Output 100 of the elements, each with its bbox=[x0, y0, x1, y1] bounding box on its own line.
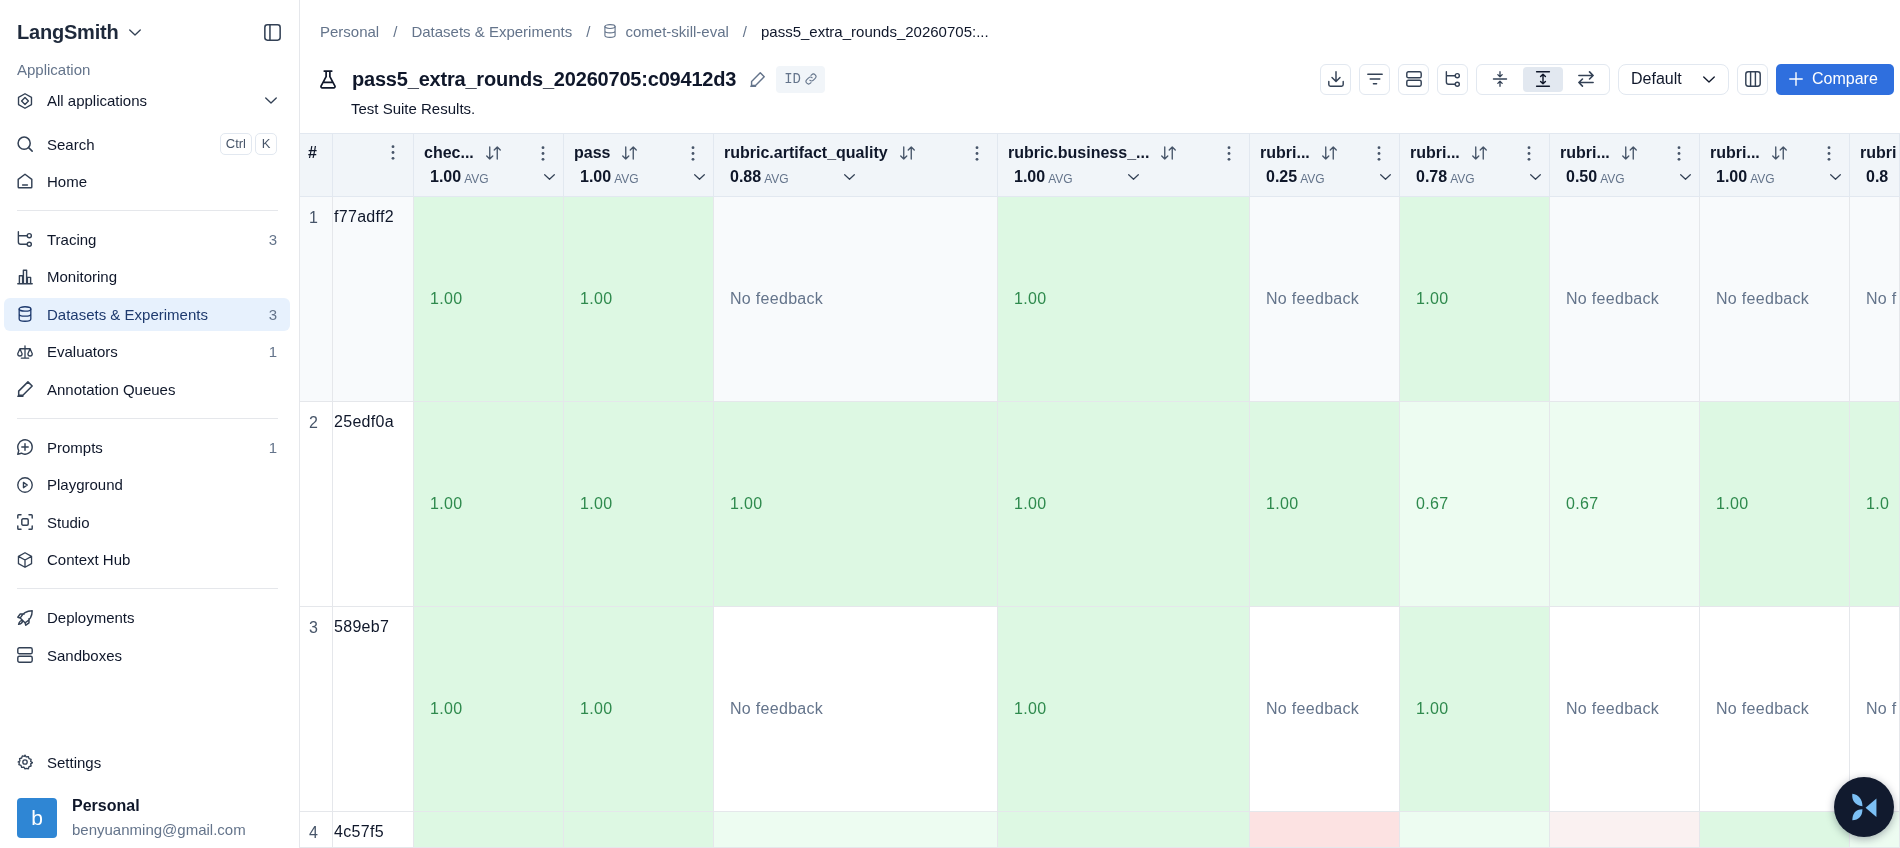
chevron-down-icon bbox=[128, 28, 141, 36]
nav-item[interactable]: Studio bbox=[4, 505, 290, 539]
account-name: Personal bbox=[72, 797, 141, 815]
nav-item[interactable]: Deployments bbox=[4, 601, 290, 634]
bar-chart-icon bbox=[17, 268, 33, 285]
application-selector[interactable]: All applications bbox=[4, 84, 290, 117]
columns-icon bbox=[1744, 71, 1761, 87]
filter-button[interactable] bbox=[1359, 63, 1390, 95]
sort-arrows-icon[interactable] bbox=[622, 146, 638, 160]
sort-arrows-icon[interactable] bbox=[1321, 146, 1337, 160]
table-cell: 1.00 bbox=[998, 402, 1250, 607]
column-title: pass bbox=[574, 144, 611, 162]
shortcut-key: K bbox=[255, 133, 277, 155]
nav-item[interactable]: Monitoring bbox=[4, 260, 290, 293]
branch-icon bbox=[17, 231, 33, 247]
settings-button[interactable]: Settings bbox=[4, 745, 290, 779]
average-value: 0.8 bbox=[1866, 168, 1889, 186]
swap-arrows-icon bbox=[1578, 71, 1594, 87]
pencil-icon bbox=[17, 381, 33, 397]
nav-item[interactable]: Sandboxes bbox=[4, 638, 290, 672]
sort-arrows-icon[interactable] bbox=[1771, 146, 1787, 160]
table-cell: 1.00 bbox=[564, 197, 714, 402]
product-menu-button[interactable]: LangSmith bbox=[17, 20, 141, 44]
aggregate-dropdown[interactable]: 0.25 AVG bbox=[1260, 166, 1391, 188]
more-vertical-icon[interactable] bbox=[1377, 145, 1381, 161]
table-cell: 1.00 bbox=[414, 197, 564, 402]
columns-button[interactable] bbox=[1737, 63, 1768, 95]
nav-item[interactable]: Prompts 1 bbox=[4, 430, 290, 464]
stacked-rectangles-icon bbox=[1405, 71, 1422, 87]
chevron-down-icon bbox=[1703, 75, 1715, 83]
nav-item[interactable]: Datasets & Experiments 3 bbox=[4, 297, 290, 331]
more-vertical-icon[interactable] bbox=[541, 145, 545, 161]
breadcrumb-link[interactable]: Datasets & Experiments bbox=[411, 22, 573, 40]
breadcrumb-separator: / bbox=[742, 22, 747, 40]
row-layout-button[interactable] bbox=[1398, 63, 1429, 95]
breadcrumb-current: pass5_extra_rounds_20260705:... bbox=[761, 22, 989, 40]
sort-arrows-icon[interactable] bbox=[485, 146, 501, 160]
sort-arrows-icon[interactable] bbox=[1161, 146, 1177, 160]
more-vertical-icon[interactable] bbox=[1527, 145, 1531, 161]
copy-id-button[interactable]: ID bbox=[776, 65, 825, 93]
rocket-icon bbox=[17, 609, 33, 626]
breadcrumb-separator: / bbox=[393, 22, 398, 40]
nav-item[interactable]: Tracing 3 bbox=[4, 222, 290, 256]
more-vertical-icon[interactable] bbox=[391, 145, 395, 160]
aggregate-dropdown[interactable]: 1.00 AVG bbox=[574, 166, 705, 188]
branch-view-button[interactable] bbox=[1437, 63, 1468, 95]
table-cell: 1.0 bbox=[1850, 402, 1900, 607]
compare-button[interactable]: Compare bbox=[1776, 63, 1894, 95]
column-title: rubri... bbox=[1560, 144, 1610, 162]
view-preset-dropdown[interactable]: Default bbox=[1618, 63, 1729, 95]
aggregate-dropdown[interactable]: 0.78 AVG bbox=[1410, 166, 1541, 188]
row-number: 4 bbox=[300, 812, 333, 848]
aggregate-dropdown[interactable]: 0.88 AVG bbox=[724, 166, 855, 188]
aggregate-dropdown[interactable]: 1.00 AVG bbox=[424, 166, 555, 188]
aggregate-dropdown[interactable]: 1.00 AVG bbox=[1710, 166, 1841, 188]
table-cell: 1.00 bbox=[414, 402, 564, 607]
nav-item[interactable]: Context Hub bbox=[4, 543, 290, 576]
nav-item[interactable]: Playground bbox=[4, 468, 290, 501]
more-vertical-icon[interactable] bbox=[691, 145, 695, 161]
chevron-down-icon bbox=[694, 174, 705, 180]
home-icon bbox=[17, 173, 33, 189]
table-cell: 1.00 bbox=[564, 402, 714, 607]
chevron-down-icon bbox=[1380, 174, 1391, 180]
chevron-down-icon bbox=[1128, 174, 1139, 180]
aggregate-dropdown[interactable]: 1.00 AVG bbox=[1008, 166, 1139, 188]
row-number-header: # bbox=[300, 133, 333, 197]
more-vertical-icon[interactable] bbox=[1227, 145, 1231, 161]
sort-arrows-icon[interactable] bbox=[1621, 146, 1637, 160]
download-button[interactable] bbox=[1320, 63, 1351, 95]
nav-item[interactable]: Home bbox=[4, 164, 290, 198]
more-vertical-icon[interactable] bbox=[1827, 145, 1831, 161]
search-button[interactable]: Search Ctrl K bbox=[4, 127, 290, 161]
aggregate-dropdown[interactable]: 0.50 AVG bbox=[1560, 166, 1691, 188]
sort-arrows-icon[interactable] bbox=[1471, 146, 1487, 160]
column-title: rubri... bbox=[1260, 144, 1310, 162]
scan-frame-icon bbox=[17, 514, 33, 530]
chevron-down-icon bbox=[265, 97, 277, 104]
table-cell: 1.00 bbox=[1700, 402, 1850, 607]
more-vertical-icon[interactable] bbox=[975, 145, 979, 161]
column-title: rubri... bbox=[1710, 144, 1760, 162]
cube-icon bbox=[17, 551, 33, 568]
breadcrumb-link[interactable]: comet-skill-eval bbox=[604, 22, 729, 40]
database-icon bbox=[17, 306, 33, 322]
sort-arrows-icon[interactable] bbox=[899, 146, 915, 160]
arrows-between-lines-icon bbox=[1535, 71, 1551, 87]
column-title: rubri bbox=[1860, 144, 1897, 162]
nav-item[interactable]: Annotation Queues bbox=[4, 372, 290, 406]
sidebar-panel-icon[interactable] bbox=[264, 23, 281, 41]
account-email: benyuanming@gmail.com bbox=[72, 821, 246, 839]
chevron-down-icon bbox=[844, 174, 855, 180]
nav-count: 1 bbox=[268, 343, 277, 360]
more-vertical-icon[interactable] bbox=[1677, 145, 1681, 161]
nav-item[interactable]: Evaluators 1 bbox=[4, 335, 290, 368]
database-icon bbox=[604, 24, 617, 38]
table-cell: 1.00 bbox=[1250, 402, 1400, 607]
column-title: rubric.business_... bbox=[1008, 144, 1150, 162]
breadcrumb-link[interactable]: Personal bbox=[320, 22, 380, 40]
view-mode-option[interactable] bbox=[1523, 66, 1563, 92]
user-avatar: b bbox=[17, 798, 57, 838]
edit-icon[interactable] bbox=[750, 71, 766, 87]
